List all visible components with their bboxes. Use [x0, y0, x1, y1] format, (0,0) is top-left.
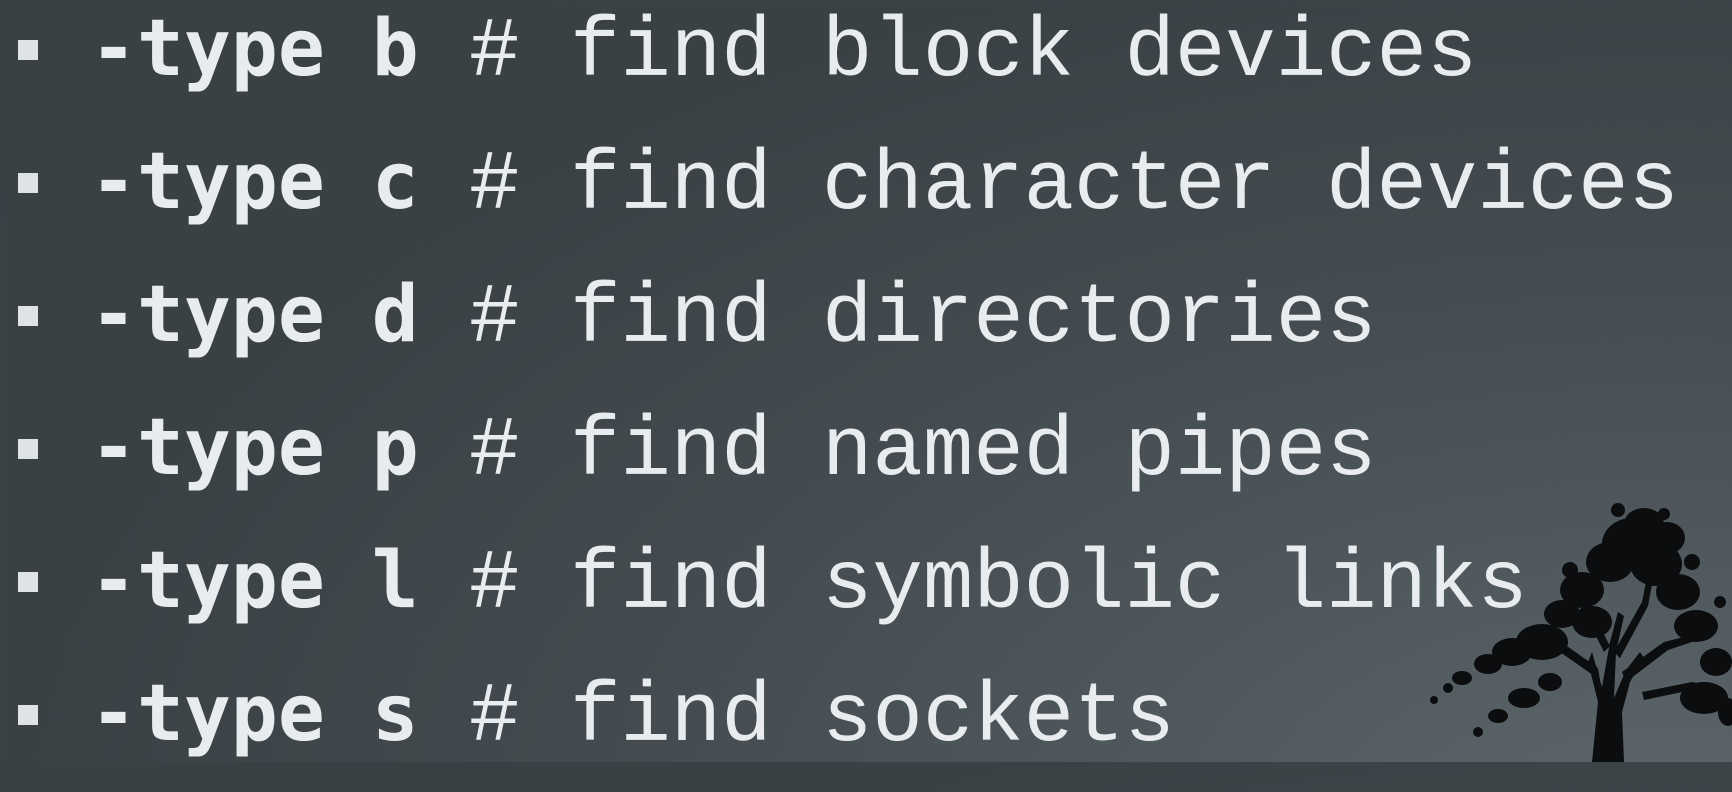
list-item: -type b # find block devices — [0, 0, 1679, 127]
option-text: -type b — [90, 4, 419, 94]
square-bullet-icon — [18, 173, 38, 193]
comment-text: # find sockets — [469, 671, 1175, 766]
find-type-option-list: -type b # find block devices -type c # f… — [0, 0, 1679, 792]
list-item: -type p # find named pipes — [0, 393, 1679, 526]
slide: -type b # find block devices -type c # f… — [0, 0, 1732, 766]
comment-text: # find block devices — [469, 6, 1478, 101]
option-text: -type d — [90, 270, 419, 360]
comment-text: # find character devices — [469, 139, 1679, 234]
square-bullet-icon — [18, 439, 38, 459]
square-bullet-icon — [18, 40, 38, 60]
list-item: -type c # find character devices — [0, 127, 1679, 260]
list-item: -type d # find directories — [0, 260, 1679, 393]
option-text: -type c — [90, 137, 419, 227]
square-bullet-icon — [18, 306, 38, 326]
option-text: -type p — [90, 403, 419, 493]
square-bullet-icon — [18, 572, 38, 592]
comment-text: # find symbolic links — [469, 538, 1528, 633]
square-bullet-icon — [18, 705, 38, 725]
list-item: -type l # find symbolic links — [0, 526, 1679, 659]
comment-text: # find directories — [469, 272, 1377, 367]
option-text: -type l — [90, 536, 419, 626]
list-item: -type s # find sockets — [0, 659, 1679, 792]
option-text: -type s — [90, 669, 419, 759]
comment-text: # find named pipes — [469, 405, 1377, 500]
